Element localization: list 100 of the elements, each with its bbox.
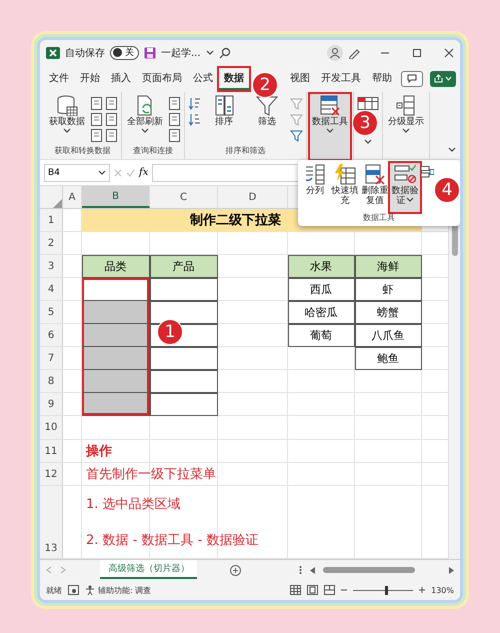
scroll-right-icon[interactable] xyxy=(449,566,454,574)
table-cell: 水果 xyxy=(288,255,355,278)
comments-button[interactable] xyxy=(401,70,423,87)
ribbon-tab[interactable]: 插入 xyxy=(106,68,136,90)
note-text: 首先制作一级下拉菜单 xyxy=(86,466,216,484)
row-number[interactable]: 5 xyxy=(40,301,63,324)
slider-thumb[interactable] xyxy=(385,586,388,595)
comment-icon xyxy=(407,74,417,84)
macro-record-icon[interactable] xyxy=(68,585,79,596)
table-cell: 海鲜 xyxy=(355,255,422,278)
consolidate-icon[interactable] xyxy=(420,166,434,178)
split-columns-icon xyxy=(304,164,326,185)
scroll-left-icon[interactable] xyxy=(310,566,315,574)
row-number[interactable]: 8 xyxy=(40,370,63,392)
ribbon-button[interactable]: 数据工具 xyxy=(310,94,350,160)
ribbon-button[interactable]: 数据验证 xyxy=(390,163,420,212)
caret-icon xyxy=(402,128,410,134)
table-cell: 虾 xyxy=(355,278,422,302)
row-number[interactable]: 9 xyxy=(40,393,63,416)
sheet-icon[interactable] xyxy=(105,96,118,110)
sheet-icon[interactable] xyxy=(90,96,103,110)
ribbon-button[interactable]: 分列 xyxy=(300,163,330,212)
ribbon-button[interactable]: 全部刷新 xyxy=(125,94,165,146)
autosave-label: 自动保存 xyxy=(65,46,105,60)
avatar-icon[interactable] xyxy=(327,44,343,61)
ribbon-button[interactable]: 快速填充 xyxy=(330,163,360,212)
zoom-in-icon[interactable] xyxy=(419,587,426,594)
table-cell: 八爪鱼 xyxy=(355,324,422,348)
grid-icon[interactable] xyxy=(357,96,379,110)
row-number[interactable]: 11 xyxy=(40,440,63,462)
table-cell: 品类 xyxy=(82,255,150,278)
sort-icon xyxy=(213,94,235,116)
ribbon-tab[interactable]: 文件 xyxy=(44,68,74,90)
sheet-tab[interactable]: 高级筛选（切片器） xyxy=(100,560,198,579)
close-icon[interactable] xyxy=(444,48,454,58)
insert-function-button[interactable]: fx xyxy=(139,167,148,178)
row-number[interactable]: 10 xyxy=(40,416,63,440)
table-cell: 螃蟹 xyxy=(355,301,422,324)
file-name[interactable]: 一起学... xyxy=(161,46,201,60)
ribbon-tab[interactable]: 公式 xyxy=(188,68,218,90)
collapse-ribbon-icon[interactable] xyxy=(448,147,456,154)
zoom-level[interactable]: 130% xyxy=(431,586,454,595)
sheet-icon[interactable] xyxy=(168,112,181,126)
sheet-icon[interactable] xyxy=(90,128,103,142)
sheet-icon[interactable] xyxy=(168,128,181,142)
database-icon xyxy=(56,94,78,116)
add-sheet-icon[interactable] xyxy=(230,564,241,576)
row-number[interactable]: 13 xyxy=(40,486,63,558)
ribbon-tab[interactable]: 视图 xyxy=(285,68,315,90)
status-text: 就绪 xyxy=(46,584,62,596)
filter-icon[interactable] xyxy=(290,128,303,142)
ribbon-tab[interactable]: 开始 xyxy=(75,68,105,90)
ribbon-tab[interactable]: 页面布局 xyxy=(137,68,187,90)
column-header[interactable]: B xyxy=(82,186,150,208)
share-button[interactable] xyxy=(430,70,456,87)
horizontal-scrollbar[interactable] xyxy=(323,567,415,574)
caret-icon xyxy=(63,128,71,134)
normal-view-icon[interactable] xyxy=(290,585,302,596)
caret-icon[interactable] xyxy=(364,138,372,145)
accessibility-status[interactable]: 辅助功能: 调查 xyxy=(98,584,152,596)
autosave-toggle[interactable]: 关 xyxy=(110,46,139,60)
zoom-out-icon[interactable] xyxy=(341,587,348,594)
check-icon xyxy=(126,168,135,177)
share-icon xyxy=(434,74,452,84)
row-number[interactable]: 7 xyxy=(40,347,63,370)
cancel-icon xyxy=(114,168,122,177)
sort-ascending-icon[interactable] xyxy=(188,96,201,110)
ribbon-tab[interactable]: 数据 xyxy=(219,68,249,90)
caret-icon xyxy=(141,128,149,134)
sheet-icon[interactable] xyxy=(90,112,103,126)
row-number[interactable]: 1 xyxy=(40,209,63,232)
remove-duplicates-icon xyxy=(364,164,386,185)
sheet-icon[interactable] xyxy=(105,112,118,126)
ribbon-tab[interactable]: 帮助 xyxy=(367,68,397,90)
page-break-icon[interactable] xyxy=(324,585,336,596)
search-icon[interactable] xyxy=(218,46,231,59)
row-number[interactable]: 2 xyxy=(40,232,63,254)
ribbon-button[interactable]: 排序 xyxy=(204,94,244,146)
more-options-icon[interactable] xyxy=(299,565,302,576)
page-layout-icon[interactable] xyxy=(307,585,318,596)
row-number[interactable]: 6 xyxy=(40,324,63,346)
name-box[interactable]: B4 xyxy=(44,164,110,182)
table-cell: 葡萄 xyxy=(288,324,355,348)
ribbon-button[interactable]: 分级显示 xyxy=(386,94,426,160)
caret-icon[interactable] xyxy=(206,50,214,56)
ribbon-tab[interactable]: 开发工具 xyxy=(316,68,366,90)
sort-descending-icon[interactable] xyxy=(188,112,201,126)
accessibility-icon[interactable] xyxy=(85,585,96,596)
row-number[interactable]: 4 xyxy=(40,278,63,300)
maximize-icon[interactable] xyxy=(412,48,422,58)
row-number[interactable]: 3 xyxy=(40,255,63,278)
caret-icon[interactable] xyxy=(98,170,106,176)
save-icon[interactable] xyxy=(144,46,156,59)
row-number[interactable]: 12 xyxy=(40,463,63,486)
group-label: 查询和连接 xyxy=(132,145,174,158)
toggle-knob-icon xyxy=(113,48,122,58)
sheet-icon[interactable] xyxy=(168,96,181,110)
ribbon-button[interactable]: 获取数据 xyxy=(47,94,87,146)
sheet-icon[interactable] xyxy=(105,128,118,142)
pen-icon[interactable] xyxy=(348,46,360,59)
